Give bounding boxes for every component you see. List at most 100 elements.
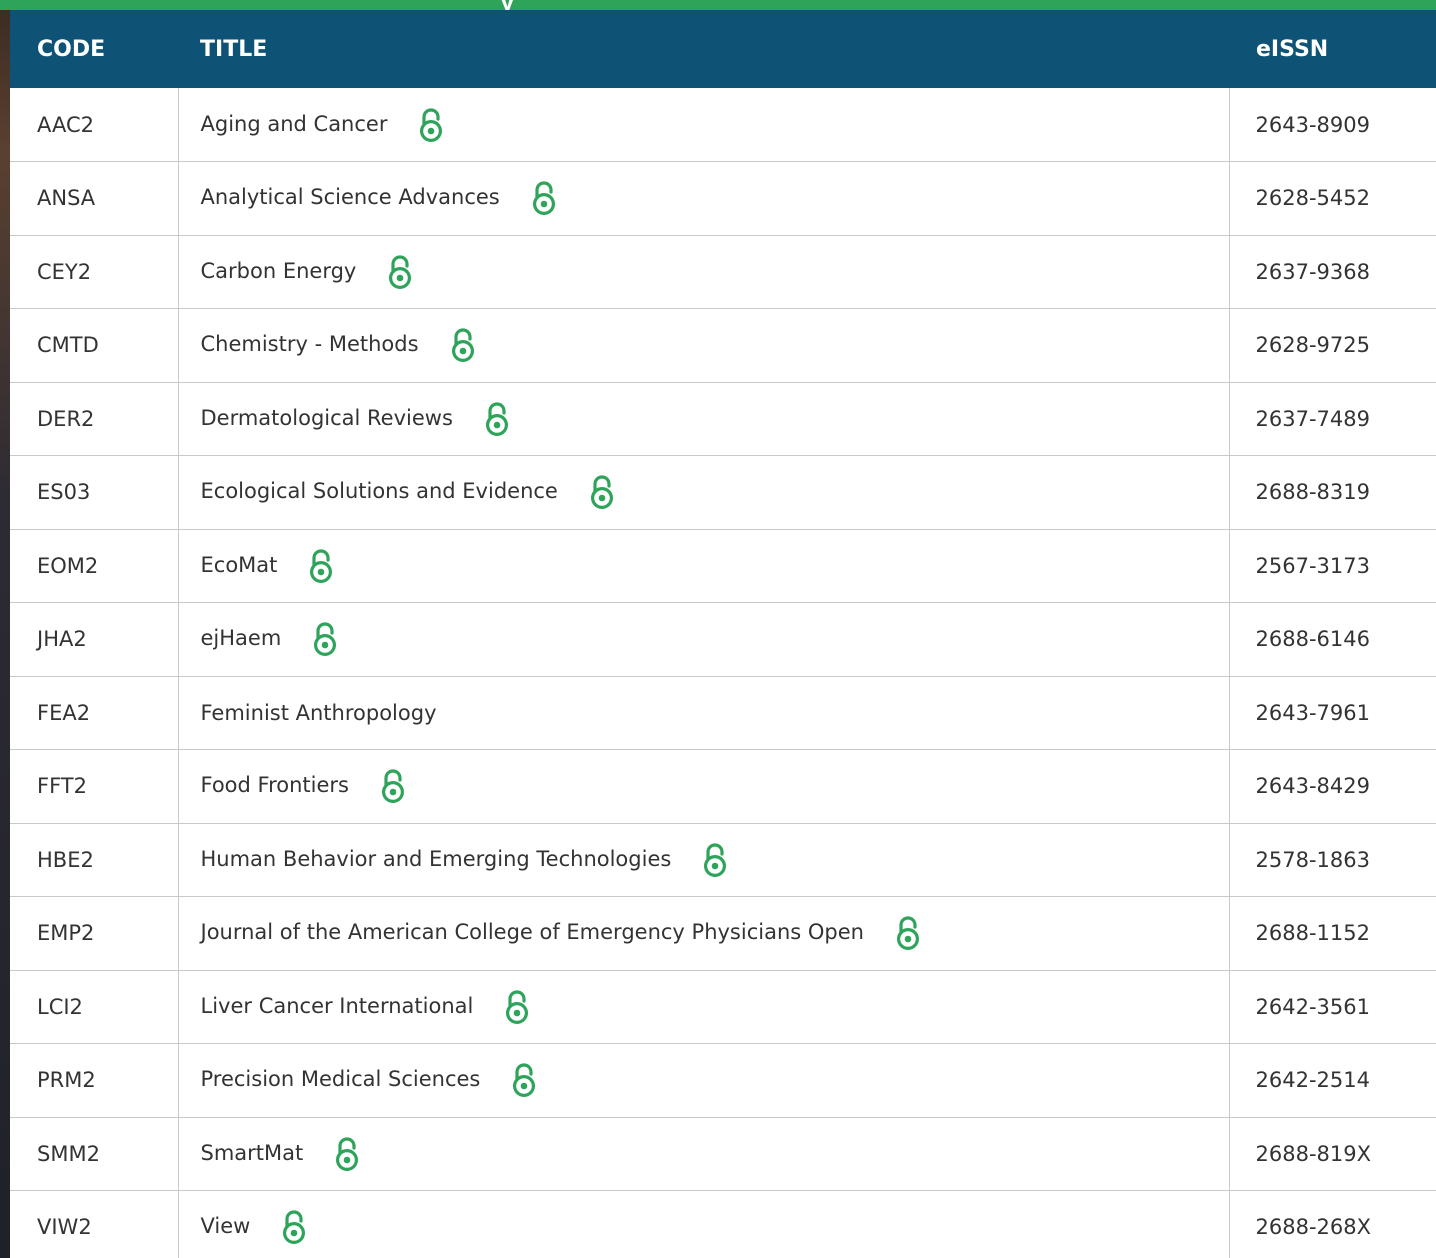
open-access-lock-icon (451, 327, 475, 365)
journal-code: VIW2 (10, 1190, 179, 1258)
journal-title-cell: Ecological Solutions and Evidence (178, 455, 1230, 530)
table-row: EMP2 Journal of the American College of … (10, 896, 1436, 971)
journal-title-link[interactable]: Precision Medical Sciences (201, 1067, 481, 1091)
table-row: HBE2 Human Behavior and Emerging Technol… (10, 823, 1436, 897)
table-row: ES03 Ecological Solutions and Evidence 2… (10, 455, 1436, 530)
journal-code: JHA2 (10, 602, 179, 677)
table-row: VIW2 View 2688-268X (10, 1190, 1436, 1258)
journal-code: CMTD (10, 308, 179, 383)
journal-eissn: 2688-6146 (1229, 602, 1436, 677)
table-row: SMM2 SmartMat 2688-819X (10, 1117, 1436, 1191)
journal-code: HBE2 (10, 823, 179, 897)
column-header-eissn: eISSN (1229, 10, 1436, 88)
table-row: PRM2 Precision Medical Sciences 2642-251… (10, 1043, 1436, 1118)
journal-eissn: 2643-8909 (1229, 88, 1436, 162)
journal-eissn: 2688-819X (1229, 1117, 1436, 1191)
journal-title-cell: ejHaem (178, 602, 1230, 677)
journal-title-cell: Liver Cancer International (178, 970, 1230, 1044)
table-row: LCI2 Liver Cancer International 2642-356… (10, 970, 1436, 1044)
journal-eissn: 2637-9368 (1229, 235, 1436, 309)
journal-title-cell: Chemistry - Methods (178, 308, 1230, 383)
table-row: JHA2 ejHaem 2688-6146 (10, 602, 1436, 677)
journal-eissn: 2578-1863 (1229, 823, 1436, 897)
column-header-title: TITLE (178, 10, 1229, 88)
open-access-lock-icon (590, 474, 614, 512)
journal-title-cell: SmartMat (178, 1117, 1230, 1191)
open-access-lock-icon (505, 989, 529, 1027)
table-row: ANSA Analytical Science Advances 2628-54… (10, 161, 1436, 236)
journal-title-cell: Dermatological Reviews (178, 382, 1230, 456)
table-row: DER2 Dermatological Reviews 2637-7489 (10, 382, 1436, 456)
journal-code: PRM2 (10, 1043, 179, 1118)
journal-title-link[interactable]: Aging and Cancer (201, 112, 388, 136)
open-access-lock-icon (313, 621, 337, 659)
journal-title-cell: Feminist Anthropology (178, 676, 1230, 750)
journal-title-link[interactable]: Liver Cancer International (201, 994, 474, 1018)
journal-eissn: 2688-8319 (1229, 455, 1436, 530)
journal-eissn: 2688-1152 (1229, 896, 1436, 971)
journal-eissn: 2688-268X (1229, 1190, 1436, 1258)
journal-title-cell: EcoMat (178, 529, 1230, 603)
journal-title-link[interactable]: SmartMat (201, 1141, 304, 1165)
table-header-row: CODE TITLE eISSN (10, 10, 1436, 88)
journal-title-cell: Analytical Science Advances (178, 161, 1230, 236)
open-access-lock-icon (703, 842, 727, 880)
open-access-lock-icon (381, 768, 405, 806)
journal-title-link[interactable]: ejHaem (201, 626, 282, 650)
journal-title-link[interactable]: EcoMat (201, 553, 278, 577)
journal-eissn: 2642-2514 (1229, 1043, 1436, 1118)
open-access-lock-icon (282, 1209, 306, 1247)
journal-eissn: 2628-9725 (1229, 308, 1436, 383)
journal-title-link[interactable]: Journal of the American College of Emerg… (201, 920, 864, 944)
open-access-lock-icon (532, 180, 556, 218)
table-header: CODE TITLE eISSN (10, 10, 1436, 88)
section-title-band: y (0, 0, 1436, 10)
journal-title-link[interactable]: Feminist Anthropology (201, 701, 437, 725)
journal-eissn: 2637-7489 (1229, 382, 1436, 456)
journal-code: DER2 (10, 382, 179, 456)
journal-code: ES03 (10, 455, 179, 530)
journal-table: CODE TITLE eISSN AAC2 Aging and Cancer 2… (10, 10, 1436, 1258)
journal-code: LCI2 (10, 970, 179, 1044)
table-row: CMTD Chemistry - Methods 2628-9725 (10, 308, 1436, 383)
background-image-edge (0, 0, 10, 1258)
open-access-lock-icon (335, 1136, 359, 1174)
journal-title-cell: Carbon Energy (178, 235, 1230, 309)
journal-code: FFT2 (10, 749, 179, 824)
table-row: FFT2 Food Frontiers 2643-8429 (10, 749, 1436, 824)
open-access-lock-icon (419, 107, 443, 145)
journal-code: ANSA (10, 161, 179, 236)
journal-title-cell: Food Frontiers (178, 749, 1230, 824)
open-access-lock-icon (388, 254, 412, 292)
journal-title-link[interactable]: Human Behavior and Emerging Technologies (201, 847, 672, 871)
journal-title-link[interactable]: Ecological Solutions and Evidence (201, 479, 558, 503)
journal-title-link[interactable]: Food Frontiers (201, 773, 349, 797)
journal-title-link[interactable]: Dermatological Reviews (201, 406, 453, 430)
journal-eissn: 2643-7961 (1229, 676, 1436, 750)
journal-eissn: 2642-3561 (1229, 970, 1436, 1044)
journal-title-cell: Aging and Cancer (178, 88, 1230, 162)
section-title: y (500, 0, 514, 10)
journal-code: SMM2 (10, 1117, 179, 1191)
open-access-lock-icon (896, 915, 920, 953)
journal-title-cell: View (178, 1190, 1230, 1258)
journal-title-link[interactable]: Analytical Science Advances (201, 185, 500, 209)
journal-code: EOM2 (10, 529, 179, 603)
table-row: EOM2 EcoMat 2567-3173 (10, 529, 1436, 603)
open-access-lock-icon (485, 401, 509, 439)
journal-eissn: 2643-8429 (1229, 749, 1436, 824)
journal-list-page: y CODE TITLE eISSN AAC2 Aging and Cancer… (0, 0, 1436, 1258)
journal-title-link[interactable]: Carbon Energy (201, 259, 357, 283)
journal-code: AAC2 (10, 88, 179, 162)
journal-code: CEY2 (10, 235, 179, 309)
journal-title-link[interactable]: Chemistry - Methods (201, 332, 419, 356)
journal-title-cell: Precision Medical Sciences (178, 1043, 1230, 1118)
column-header-code: CODE (10, 10, 178, 88)
journal-eissn: 2628-5452 (1229, 161, 1436, 236)
table-row: FEA2 Feminist Anthropology 2643-7961 (10, 676, 1436, 750)
journal-code: FEA2 (10, 676, 179, 750)
journal-title-cell: Journal of the American College of Emerg… (178, 896, 1230, 971)
table-body: AAC2 Aging and Cancer 2643-8909 ANSA Ana… (10, 88, 1436, 1258)
journal-title-link[interactable]: View (201, 1214, 251, 1238)
journal-eissn: 2567-3173 (1229, 529, 1436, 603)
